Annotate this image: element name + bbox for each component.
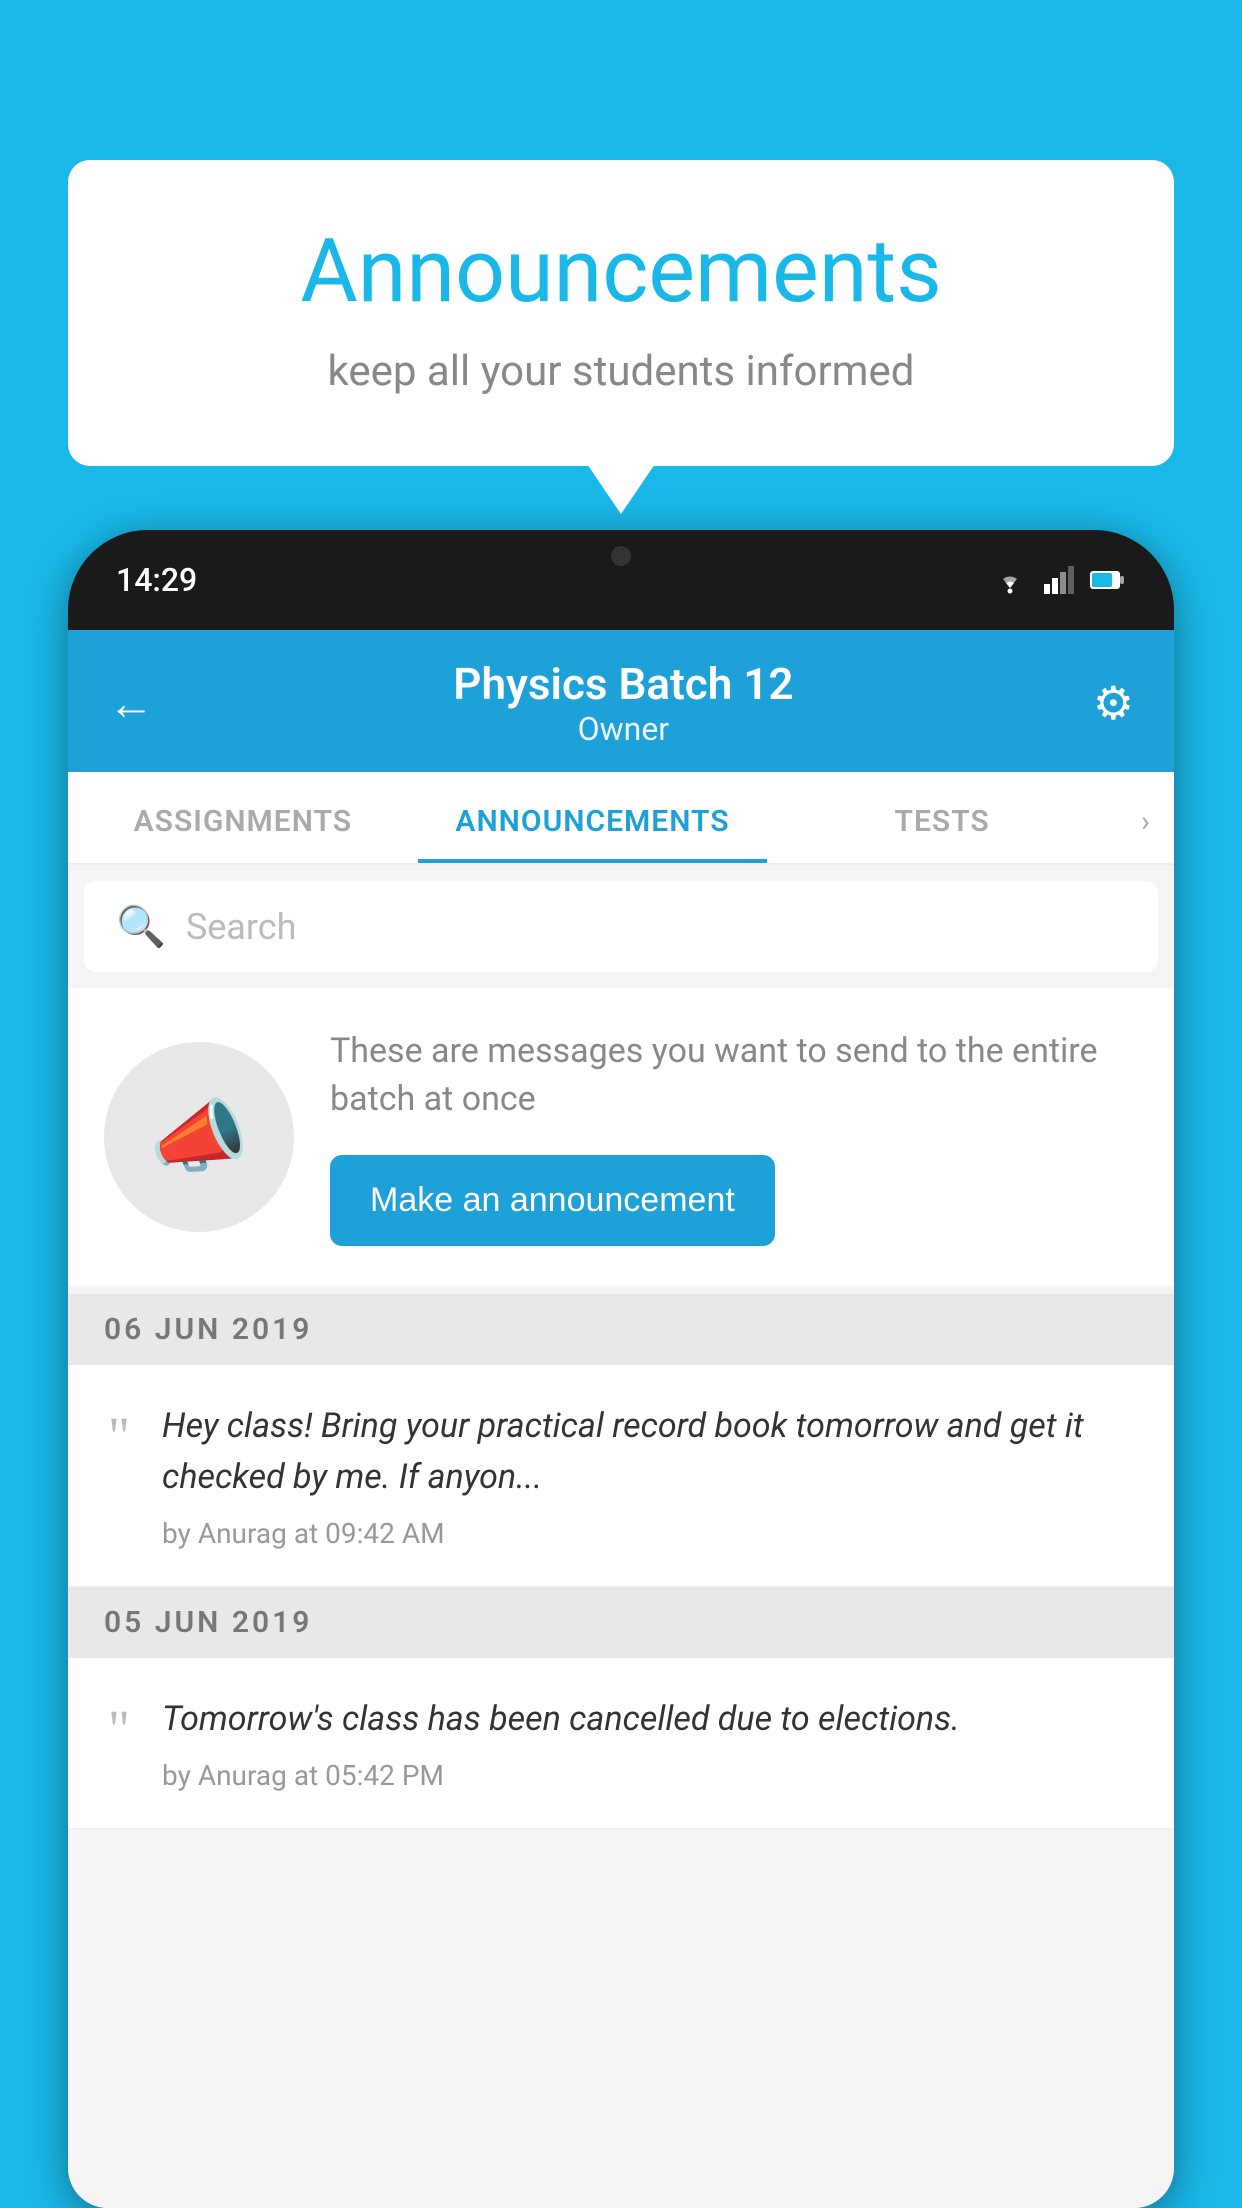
tab-more[interactable]: › xyxy=(1117,772,1174,863)
announcement-text-1: Hey class! Bring your practical record b… xyxy=(162,1401,1138,1503)
wifi-icon xyxy=(992,566,1028,594)
phone-status-bar: 14:29 xyxy=(68,530,1174,630)
battery-icon xyxy=(1090,569,1126,591)
header-title: Physics Batch 12 xyxy=(453,658,793,710)
prompt-right: These are messages you want to send to t… xyxy=(330,1028,1138,1246)
camera-dot xyxy=(611,546,631,566)
bubble-subtitle: keep all your students informed xyxy=(148,347,1094,396)
prompt-description: These are messages you want to send to t… xyxy=(330,1028,1138,1123)
tab-bar: ASSIGNMENTS ANNOUNCEMENTS TESTS › xyxy=(68,772,1174,865)
announcement-item-2[interactable]: " Tomorrow's class has been cancelled du… xyxy=(68,1658,1174,1829)
back-button[interactable]: ← xyxy=(108,676,154,731)
announcement-item-1[interactable]: " Hey class! Bring your practical record… xyxy=(68,1365,1174,1587)
status-icons xyxy=(992,566,1126,594)
announcement-content-2: Tomorrow's class has been cancelled due … xyxy=(162,1694,1138,1792)
app-header: ← Physics Batch 12 Owner ⚙ xyxy=(68,630,1174,772)
speech-bubble: Announcements keep all your students inf… xyxy=(68,160,1174,466)
settings-icon[interactable]: ⚙ xyxy=(1093,676,1134,731)
announcement-content-1: Hey class! Bring your practical record b… xyxy=(162,1401,1138,1550)
bubble-title: Announcements xyxy=(148,220,1094,323)
phone-screen: ← Physics Batch 12 Owner ⚙ ASSIGNMENTS A… xyxy=(68,630,1174,2208)
header-subtitle: Owner xyxy=(453,710,793,748)
make-announcement-button[interactable]: Make an announcement xyxy=(330,1155,775,1246)
tab-tests[interactable]: TESTS xyxy=(767,772,1117,863)
megaphone-icon: 📣 xyxy=(149,1090,249,1184)
status-time: 14:29 xyxy=(116,561,197,599)
header-center: Physics Batch 12 Owner xyxy=(453,658,793,748)
date-section-june6: 06 JUN 2019 xyxy=(68,1294,1174,1365)
phone-frame: 14:29 xyxy=(68,530,1174,2208)
date-section-june5: 05 JUN 2019 xyxy=(68,1587,1174,1658)
phone-notch xyxy=(561,530,681,582)
search-bar[interactable]: 🔍 Search xyxy=(84,881,1158,972)
search-icon: 🔍 xyxy=(116,903,166,950)
speech-bubble-container: Announcements keep all your students inf… xyxy=(68,160,1174,466)
announcement-text-2: Tomorrow's class has been cancelled due … xyxy=(162,1694,1138,1745)
signal-icon xyxy=(1044,566,1074,594)
tab-announcements[interactable]: ANNOUNCEMENTS xyxy=(418,772,768,863)
quote-icon: " xyxy=(108,1409,130,1463)
announcement-meta-1: by Anurag at 09:42 AM xyxy=(162,1517,1138,1550)
megaphone-circle: 📣 xyxy=(104,1042,294,1232)
quote-icon-2: " xyxy=(108,1702,130,1756)
tab-assignments[interactable]: ASSIGNMENTS xyxy=(68,772,418,863)
announcement-meta-2: by Anurag at 05:42 PM xyxy=(162,1759,1138,1792)
search-placeholder: Search xyxy=(186,906,297,948)
announcement-prompt: 📣 These are messages you want to send to… xyxy=(68,988,1174,1286)
content-area: 🔍 Search 📣 These are messages you want t… xyxy=(68,865,1174,2208)
